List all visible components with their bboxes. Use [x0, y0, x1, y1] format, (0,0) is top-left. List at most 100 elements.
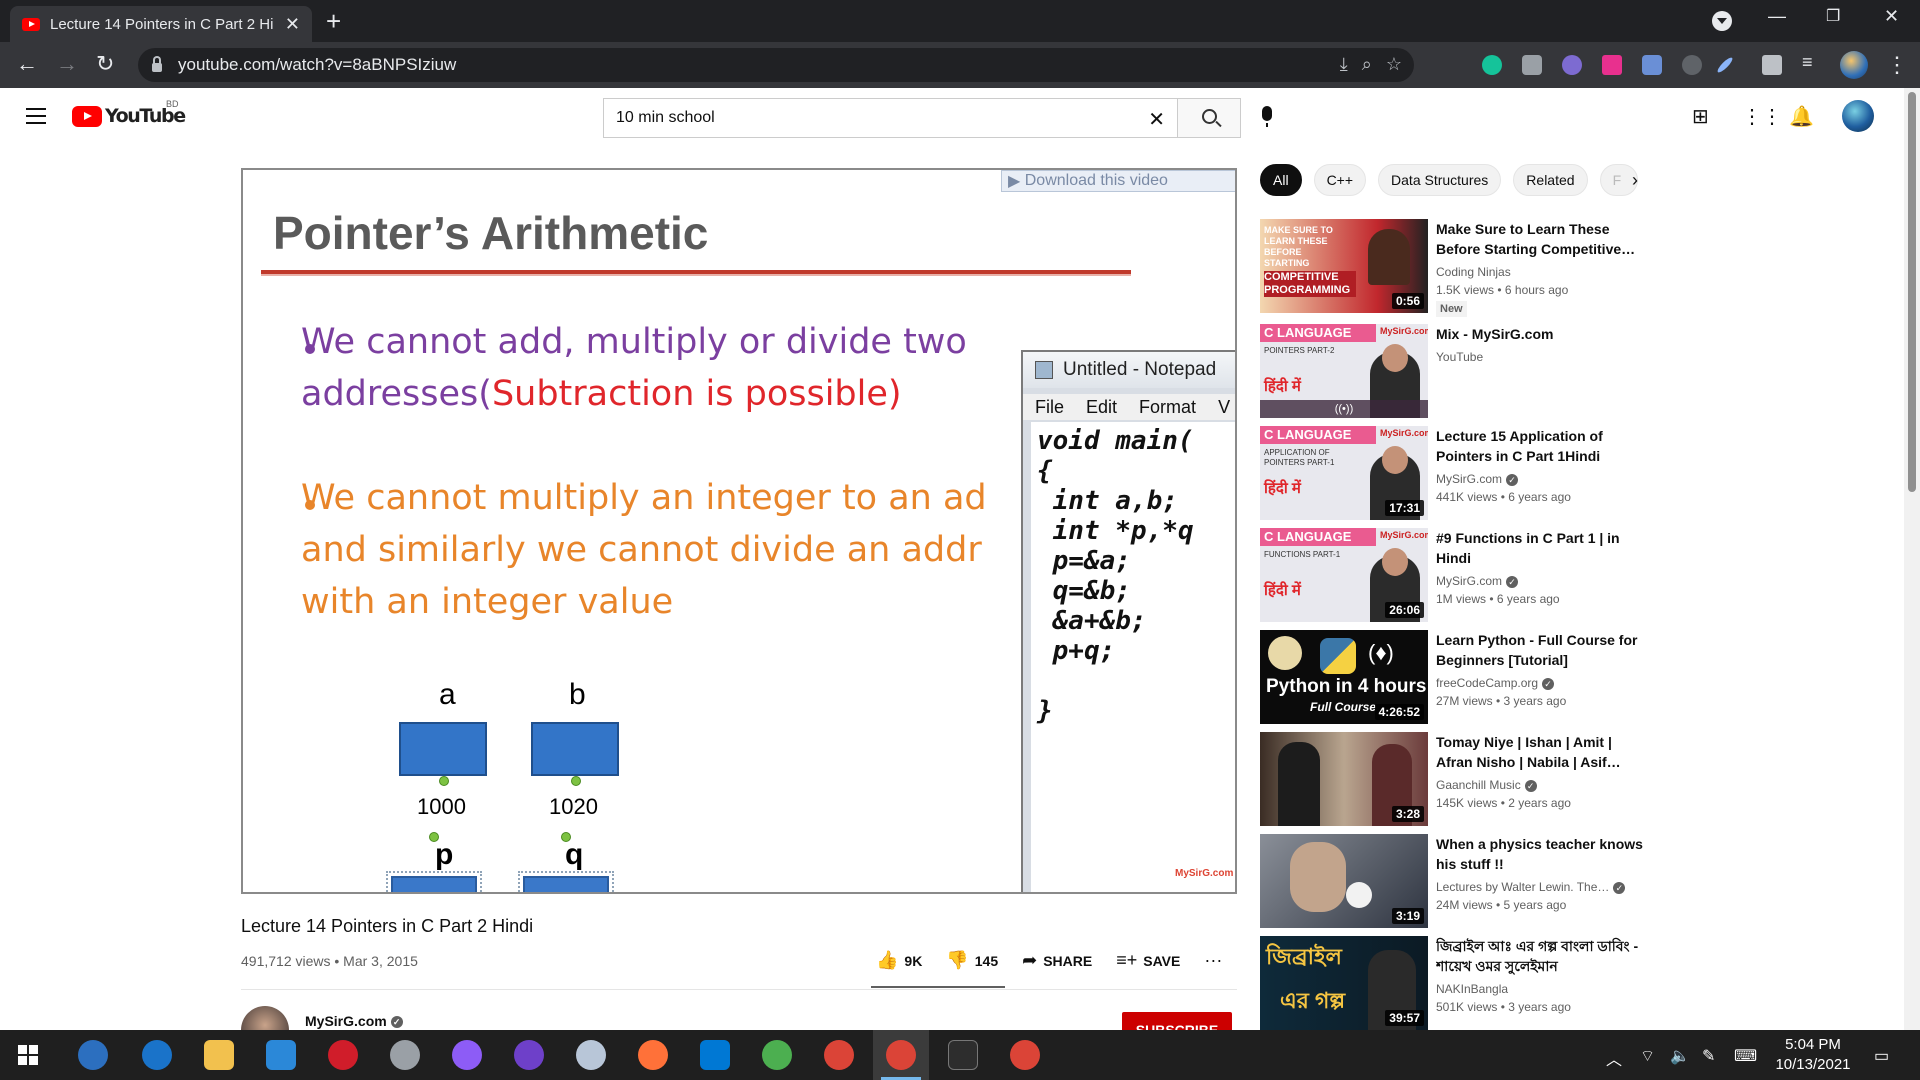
video-thumbnail[interactable]: C LANGUAGE MySirG.com FUNCTIONS PART-1 ह…	[1260, 528, 1428, 622]
recommendation-item[interactable]: C LANGUAGE MySirG.com POINTERS PART-2 हि…	[1260, 324, 1680, 418]
rec-channel-row[interactable]: MySirG.com ✓	[1436, 472, 1518, 486]
video-thumbnail[interactable]: 3:28	[1260, 732, 1428, 826]
subscribe-button[interactable]: SUBSCRIBE	[1122, 1012, 1232, 1030]
zoom-icon[interactable]: ⌕	[1362, 54, 1372, 75]
pen-extension-icon[interactable]	[1715, 55, 1735, 75]
keyboard-icon[interactable]: ⌨	[1734, 1046, 1757, 1066]
back-icon[interactable]: ←	[16, 52, 38, 76]
rec-channel[interactable]: NAKInBangla	[1436, 982, 1508, 996]
edge-icon[interactable]	[142, 1040, 172, 1070]
rec-title[interactable]: জিব্রাইল আঃ এর গল্প বাংলা ডাবিং - শায়েখ…	[1436, 936, 1646, 976]
close-window-button[interactable]: ✕	[1884, 6, 1899, 27]
extension-icon[interactable]	[1562, 55, 1582, 75]
recommendation-item[interactable]: MAKE SURE TO LEARN THESE BEFORE STARTING…	[1260, 219, 1680, 317]
app-icon[interactable]	[576, 1040, 606, 1070]
chip-related[interactable]: Related	[1513, 164, 1588, 196]
sync-extension-icon[interactable]	[1682, 55, 1702, 75]
app-icon[interactable]	[762, 1040, 792, 1070]
search-box[interactable]: ✕	[603, 98, 1177, 138]
scrollbar-thumb[interactable]	[1908, 92, 1916, 492]
rec-title[interactable]: Make Sure to Learn These Before Starting…	[1436, 219, 1646, 259]
vscode-icon[interactable]	[700, 1040, 730, 1070]
video-thumbnail[interactable]: C LANGUAGE MySirG.com POINTERS PART-2 हि…	[1260, 324, 1428, 418]
tab-search-icon[interactable]	[1712, 11, 1732, 31]
chip-cpp[interactable]: C++	[1313, 164, 1367, 196]
page-scrollbar[interactable]	[1904, 88, 1920, 1030]
browser-menu-icon[interactable]: ⋮	[1886, 52, 1908, 78]
puzzle-icon[interactable]	[1762, 55, 1782, 75]
download-extension-icon[interactable]	[1642, 55, 1662, 75]
create-video-icon[interactable]: ⊞	[1692, 104, 1709, 129]
file-explorer-icon[interactable]	[204, 1040, 234, 1070]
rec-channel-row[interactable]: freeCodeCamp.org ✓	[1436, 676, 1555, 690]
rec-channel[interactable]: YouTube	[1436, 350, 1483, 364]
voice-search-icon[interactable]	[1262, 106, 1272, 127]
recommendation-item[interactable]: (♦) Python in 4 hours Full Course 4:26:5…	[1260, 630, 1680, 724]
rec-title[interactable]: When a physics teacher knows his stuff !…	[1436, 834, 1646, 874]
video-thumbnail[interactable]: C LANGUAGE MySirG.com APPLICATION OF POI…	[1260, 426, 1428, 520]
opera-icon[interactable]	[328, 1040, 358, 1070]
recommendation-item[interactable]: জিব্রাইল এর গল্প 39:57 জিব্রাইল আঃ এর গল…	[1260, 936, 1680, 1030]
chip-all[interactable]: All	[1260, 164, 1302, 196]
rec-channel[interactable]: MySirG.com	[1436, 472, 1502, 486]
wifi-icon[interactable]: ⌔	[1640, 1046, 1655, 1066]
chrome-icon[interactable]	[1010, 1040, 1040, 1070]
rec-channel-row[interactable]: Lectures by Walter Lewin. The… ✓	[1436, 880, 1626, 894]
like-button[interactable]: 👍 9K	[876, 950, 922, 971]
video-player[interactable]: ▶ Download this video Pointer’s Arithmet…	[241, 168, 1237, 894]
clear-search-icon[interactable]: ✕	[1148, 107, 1165, 132]
apps-grid-icon[interactable]: ⋮⋮	[1742, 104, 1782, 129]
volume-icon[interactable]: 🔈	[1670, 1046, 1690, 1066]
rec-title[interactable]: Mix - MySirG.com	[1436, 324, 1646, 344]
recommendation-item[interactable]: C LANGUAGE MySirG.com FUNCTIONS PART-1 ह…	[1260, 528, 1680, 622]
rec-channel-row[interactable]: MySirG.com ✓	[1436, 574, 1518, 588]
more-actions-button[interactable]: ···	[1204, 950, 1228, 971]
rec-title[interactable]: #9 Functions in C Part 1 | in Hindi	[1436, 528, 1646, 568]
address-bar[interactable]: youtube.com/watch?v=8aBNPSIziuw ⤓ ⌕ ☆	[138, 48, 1414, 82]
chrome-icon[interactable]	[824, 1040, 854, 1070]
search-input[interactable]	[616, 109, 1136, 127]
recommendation-item[interactable]: 3:19 When a physics teacher knows his st…	[1260, 834, 1680, 928]
download-video-label[interactable]: Download this video	[1025, 172, 1168, 190]
rec-channel-row[interactable]: Gaanchill Music ✓	[1436, 778, 1537, 792]
chevron-right-icon[interactable]: ›	[1632, 170, 1638, 191]
messenger-icon[interactable]	[452, 1040, 482, 1070]
rec-title[interactable]: Tomay Niye | Ishan | Amit | Afran Nisho …	[1436, 732, 1646, 772]
system-clock[interactable]: 5:04 PM 10/13/2021	[1768, 1035, 1858, 1075]
dislike-button[interactable]: 👎 145	[946, 950, 998, 971]
rec-channel[interactable]: MySirG.com	[1436, 574, 1502, 588]
video-thumbnail[interactable]: জিব্রাইল এর গল্প 39:57	[1260, 936, 1428, 1030]
qbittorrent-icon[interactable]	[78, 1040, 108, 1070]
show-hidden-icons[interactable]: ︿	[1606, 1046, 1622, 1070]
chip-data-structures[interactable]: Data Structures	[1378, 164, 1502, 196]
rec-title[interactable]: Learn Python - Full Course for Beginners…	[1436, 630, 1646, 670]
github-icon[interactable]	[514, 1040, 544, 1070]
chrome-icon[interactable]	[886, 1040, 916, 1070]
youtube-logo[interactable]: YouTube BD	[72, 99, 186, 127]
bookmark-star-icon[interactable]: ☆	[1386, 54, 1402, 75]
pen-icon[interactable]: ✎	[1702, 1046, 1715, 1066]
video-thumbnail[interactable]: MAKE SURE TO LEARN THESE BEFORE STARTING…	[1260, 219, 1428, 313]
reload-icon[interactable]: ↻	[96, 52, 114, 76]
rec-channel[interactable]: Lectures by Walter Lewin. The…	[1436, 880, 1609, 894]
firefox-icon[interactable]	[638, 1040, 668, 1070]
url-text[interactable]: youtube.com/watch?v=8aBNPSIziuw	[178, 55, 456, 75]
menu-icon[interactable]	[26, 108, 46, 124]
notifications-icon[interactable]: ▭	[1874, 1046, 1889, 1066]
reading-list-icon[interactable]: ≡	[1802, 52, 1822, 72]
play-extension-icon[interactable]	[1602, 55, 1622, 75]
rec-channel[interactable]: Gaanchill Music	[1436, 778, 1521, 792]
rec-channel[interactable]: Coding Ninjas	[1436, 265, 1511, 279]
download-video-bar[interactable]: ▶ Download this video	[1001, 170, 1235, 192]
mail-icon[interactable]	[266, 1040, 296, 1070]
recommendation-item[interactable]: 3:28 Tomay Niye | Ishan | Amit | Afran N…	[1260, 732, 1680, 826]
recommendation-item[interactable]: C LANGUAGE MySirG.com APPLICATION OF POI…	[1260, 426, 1680, 520]
new-tab-button[interactable]: +	[326, 8, 341, 34]
terminal-icon[interactable]	[948, 1040, 978, 1070]
camera-extension-icon[interactable]	[1522, 55, 1542, 75]
grammarly-extension-icon[interactable]	[1482, 55, 1502, 75]
forward-icon[interactable]: →	[56, 52, 78, 76]
install-icon[interactable]: ⤓	[1340, 54, 1348, 75]
video-thumbnail[interactable]: (♦) Python in 4 hours Full Course 4:26:5…	[1260, 630, 1428, 724]
channel-avatar[interactable]	[241, 1006, 289, 1030]
